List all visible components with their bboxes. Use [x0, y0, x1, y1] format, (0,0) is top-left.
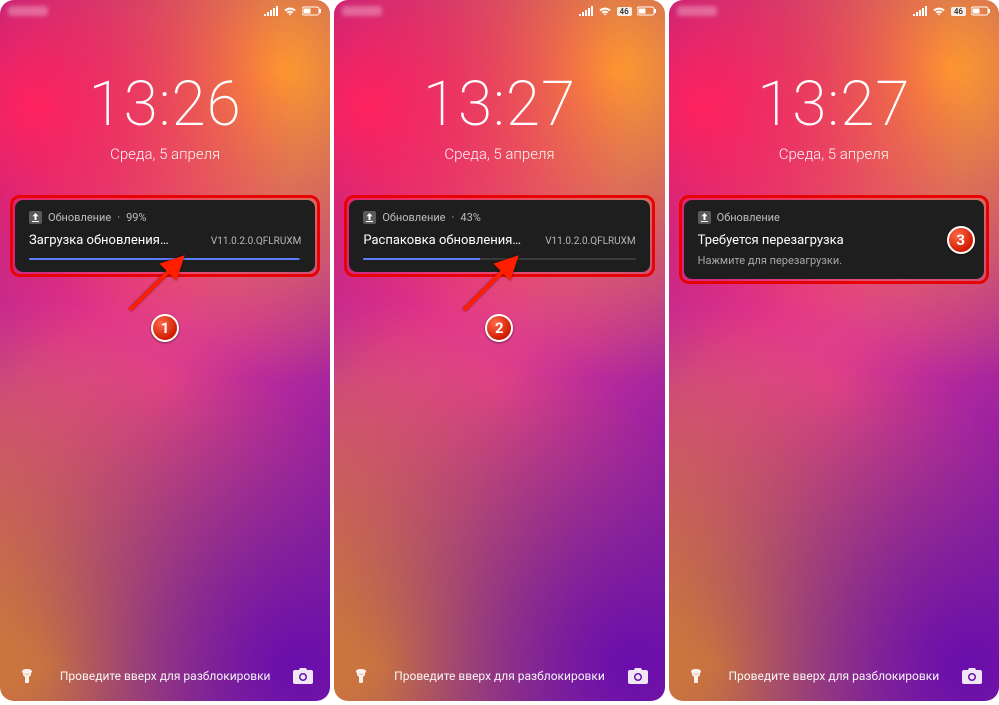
- camera-icon[interactable]: [961, 665, 983, 687]
- flashlight-icon[interactable]: [350, 665, 372, 687]
- wifi-icon: [598, 6, 612, 16]
- battery-percent-badge: 46: [951, 7, 966, 16]
- annotation-highlight: Обновление · 99% Загрузка обновления… V1…: [10, 195, 320, 277]
- clock-time: 13:27: [334, 68, 664, 141]
- upload-icon: [363, 211, 376, 224]
- phone-screen-2: 46 13:27 Среда, 5 апреля Обновление · 43…: [334, 0, 664, 701]
- battery-percent-badge: 46: [617, 7, 632, 16]
- notification-header: Обновление: [698, 211, 970, 224]
- carrier-blur: [8, 6, 48, 16]
- annotation-highlight: Обновление Требуется перезагрузка Нажмит…: [679, 195, 989, 284]
- flashlight-icon[interactable]: [685, 665, 707, 687]
- dot-separator: ·: [117, 211, 120, 224]
- upload-icon: [29, 211, 42, 224]
- status-bar: 46: [669, 0, 999, 22]
- signal-icon: [913, 6, 927, 16]
- annotation-highlight: Обновление · 43% Распаковка обновления… …: [344, 195, 654, 277]
- progress-bar: [29, 258, 301, 260]
- notification-header: Обновление · 43%: [363, 211, 635, 224]
- flashlight-icon[interactable]: [16, 665, 38, 687]
- notification-app-name: Обновление: [717, 211, 780, 224]
- lock-clock: 13:27 Среда, 5 апреля: [334, 68, 664, 163]
- update-notification[interactable]: Обновление · 43% Распаковка обновления… …: [349, 200, 649, 272]
- status-icons: [264, 6, 322, 16]
- notification-app-name: Обновление: [382, 211, 445, 224]
- update-notification[interactable]: Обновление · 99% Загрузка обновления… V1…: [15, 200, 315, 272]
- notification-area: Обновление Требуется перезагрузка Нажмит…: [679, 195, 989, 284]
- unlock-bar[interactable]: Проведите вверх для разблокировки: [0, 665, 330, 687]
- phone-screen-3: 46 13:27 Среда, 5 апреля Обновление Треб…: [669, 0, 999, 701]
- status-icons: 46: [913, 6, 991, 16]
- step-badge: 2: [485, 314, 513, 342]
- notification-app-name: Обновление: [48, 211, 111, 224]
- clock-date: Среда, 5 апреля: [334, 145, 664, 163]
- clock-time: 13:27: [669, 68, 999, 141]
- signal-icon: [579, 6, 593, 16]
- notification-subtitle: Нажмите для перезагрузки.: [698, 254, 970, 267]
- unlock-bar[interactable]: Проведите вверх для разблокировки: [669, 665, 999, 687]
- step-badge: 3: [947, 226, 975, 254]
- wifi-icon: [283, 6, 297, 16]
- signal-icon: [264, 6, 278, 16]
- camera-icon[interactable]: [627, 665, 649, 687]
- unlock-bar[interactable]: Проведите вверх для разблокировки: [334, 665, 664, 687]
- wifi-icon: [932, 6, 946, 16]
- unlock-hint: Проведите вверх для разблокировки: [729, 669, 940, 683]
- carrier-blur: [342, 6, 382, 16]
- upload-icon: [698, 211, 711, 224]
- unlock-hint: Проведите вверх для разблокировки: [60, 669, 271, 683]
- clock-date: Среда, 5 апреля: [669, 145, 999, 163]
- notification-area: Обновление · 99% Загрузка обновления… V1…: [10, 195, 320, 277]
- clock-date: Среда, 5 апреля: [0, 145, 330, 163]
- notification-title: Загрузка обновления…: [29, 233, 169, 248]
- dot-separator: ·: [452, 211, 455, 224]
- phone-screen-1: 13:26 Среда, 5 апреля Обновление · 99% З…: [0, 0, 330, 701]
- battery-icon: [637, 6, 657, 16]
- notification-header: Обновление · 99%: [29, 211, 301, 224]
- clock-time: 13:26: [0, 68, 330, 141]
- progress-fill: [29, 258, 299, 260]
- lock-clock: 13:27 Среда, 5 апреля: [669, 68, 999, 163]
- lock-clock: 13:26 Среда, 5 апреля: [0, 68, 330, 163]
- notification-title: Распаковка обновления…: [363, 233, 521, 248]
- battery-icon: [302, 6, 322, 16]
- notification-title: Требуется перезагрузка: [698, 233, 844, 248]
- progress-bar: [363, 258, 635, 260]
- status-icons: 46: [579, 6, 657, 16]
- status-bar: 46: [334, 0, 664, 22]
- status-bar: [0, 0, 330, 22]
- step-badge: 1: [151, 314, 179, 342]
- unlock-hint: Проведите вверх для разблокировки: [394, 669, 605, 683]
- battery-icon: [971, 6, 991, 16]
- camera-icon[interactable]: [292, 665, 314, 687]
- notification-version: V11.0.2.0.QFLRUXM: [545, 236, 635, 247]
- notification-version: V11.0.2.0.QFLRUXM: [211, 236, 301, 247]
- carrier-blur: [677, 6, 717, 16]
- notification-percent: 99%: [126, 211, 146, 224]
- notification-percent: 43%: [460, 211, 480, 224]
- update-notification[interactable]: Обновление Требуется перезагрузка Нажмит…: [684, 200, 984, 279]
- progress-fill: [363, 258, 480, 260]
- notification-area: Обновление · 43% Распаковка обновления… …: [344, 195, 654, 277]
